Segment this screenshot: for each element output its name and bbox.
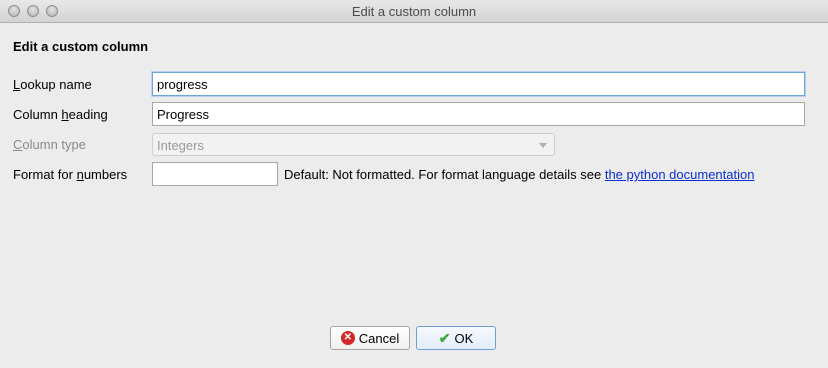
ok-button[interactable]: ✔ OK bbox=[416, 326, 496, 350]
chevron-down-icon bbox=[539, 143, 547, 148]
dialog-heading: Edit a custom column bbox=[13, 39, 149, 54]
cancel-button[interactable]: ✕ Cancel bbox=[330, 326, 410, 350]
ok-button-label: OK bbox=[454, 330, 474, 346]
column-type-select[interactable]: Integers bbox=[152, 133, 555, 156]
dialog-window: Edit a custom column Edit a custom colum… bbox=[0, 0, 828, 368]
window-title: Edit a custom column bbox=[351, 4, 477, 19]
column-heading-label: Column heading bbox=[13, 107, 108, 122]
cancel-button-label: Cancel bbox=[358, 330, 400, 346]
lookup-name-label: Lookup name bbox=[13, 77, 92, 92]
format-numbers-label: Format for numbers bbox=[13, 167, 128, 182]
format-numbers-input[interactable] bbox=[152, 162, 278, 186]
format-note-text: Default: Not formatted. For format langu… bbox=[284, 167, 605, 182]
title-bar: Edit a custom column bbox=[0, 0, 828, 23]
checkmark-icon: ✔ bbox=[438, 329, 451, 346]
python-docs-link[interactable]: the python documentation bbox=[605, 167, 755, 182]
lookup-name-input[interactable] bbox=[152, 72, 805, 96]
column-type-value: Integers bbox=[157, 138, 204, 153]
cancel-x-icon: ✕ bbox=[340, 331, 355, 345]
format-note: Default: Not formatted. For format langu… bbox=[284, 167, 754, 182]
column-type-label: Column type bbox=[13, 137, 86, 152]
column-heading-input[interactable] bbox=[152, 102, 805, 126]
